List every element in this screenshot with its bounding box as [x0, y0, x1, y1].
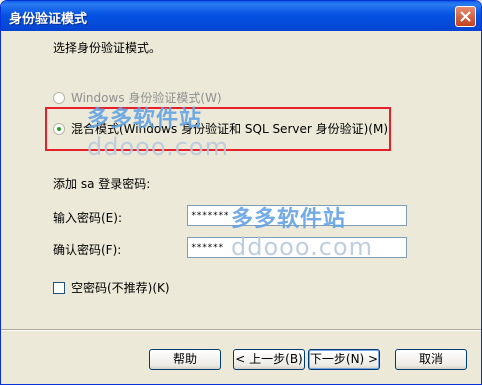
close-icon [460, 11, 471, 22]
sa-password-section-label: 添加 sa 登录密码: [53, 177, 151, 191]
footer-separator [1, 329, 481, 331]
radio-button-icon[interactable] [53, 91, 65, 104]
dialog-window: 身份验证模式 选择身份验证模式。 Windows 身份验证模式(W) 混合模式(… [0, 0, 482, 385]
prompt-text: 选择身份验证模式。 [53, 41, 162, 55]
checkbox-icon[interactable] [53, 281, 65, 294]
cancel-button[interactable]: 取消 [395, 349, 467, 370]
confirm-password-label: 确认密码(F): [53, 243, 122, 257]
window-title: 身份验证模式 [9, 12, 88, 27]
radio-windows-auth-label: Windows 身份验证模式(W) [71, 91, 222, 105]
radio-windows-auth[interactable]: Windows 身份验证模式(W) [53, 89, 222, 106]
radio-mixed-mode-label: 混合模式(Windows 身份验证和 SQL Server 身份验证)(M) [71, 122, 389, 136]
confirm-password-input[interactable] [187, 237, 407, 258]
empty-password-option[interactable]: 空密码(不推荐)(K) [53, 279, 170, 296]
title-bar[interactable]: 身份验证模式 [1, 1, 481, 31]
close-button[interactable] [455, 6, 476, 27]
password-label: 输入密码(E): [53, 211, 122, 225]
next-button[interactable]: 下一步(N) > [308, 349, 380, 370]
back-button[interactable]: < 上一步(B) [233, 349, 305, 370]
radio-button-selected-icon[interactable] [53, 122, 65, 135]
empty-password-label: 空密码(不推荐)(K) [71, 281, 170, 295]
dialog-body: 选择身份验证模式。 Windows 身份验证模式(W) 混合模式(Windows… [1, 31, 481, 384]
radio-mixed-mode[interactable]: 混合模式(Windows 身份验证和 SQL Server 身份验证)(M) [53, 120, 388, 137]
password-input[interactable] [187, 205, 407, 226]
help-button[interactable]: 帮助 [149, 349, 221, 370]
